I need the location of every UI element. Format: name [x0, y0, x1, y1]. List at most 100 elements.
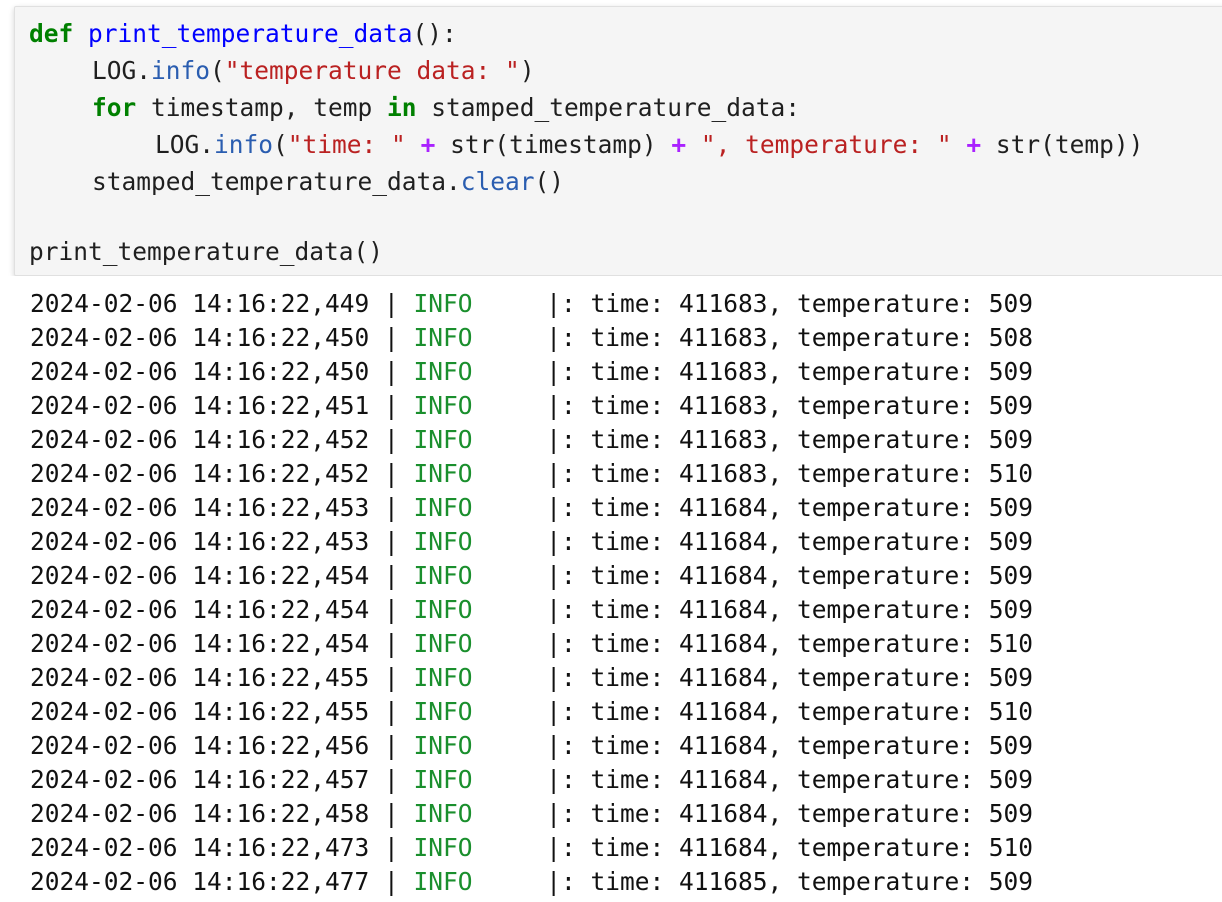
log-message: |: time: 411685, temperature: 509: [546, 867, 1034, 896]
log-message: |: time: 411683, temperature: 509: [546, 391, 1034, 420]
log-line: 2024-02-06 14:16:22,453 | INFO |: time: …: [30, 491, 1033, 525]
keyword: for: [92, 93, 137, 122]
log-message: |: time: 411684, temperature: 509: [546, 561, 1034, 590]
log-message: |: time: 411683, temperature: 509: [546, 357, 1034, 386]
log-level: INFO: [413, 799, 547, 828]
log-line: 2024-02-06 14:16:22,452 | INFO |: time: …: [30, 423, 1033, 457]
log-timestamp: 2024-02-06 14:16:22,455 |: [30, 697, 414, 726]
operator: +: [405, 130, 451, 159]
log-level: INFO: [413, 527, 547, 556]
log-line: 2024-02-06 14:16:22,450 | INFO |: time: …: [30, 321, 1033, 355]
log-level: INFO: [413, 323, 547, 352]
method-name: clear: [460, 167, 535, 196]
code-text: timestamp, temp: [136, 93, 388, 122]
log-timestamp: 2024-02-06 14:16:22,457 |: [30, 765, 414, 794]
log-message: |: time: 411683, temperature: 509: [546, 289, 1034, 318]
log-timestamp: 2024-02-06 14:16:22,455 |: [30, 663, 414, 692]
log-level: INFO: [413, 459, 547, 488]
log-message: |: time: 411683, temperature: 508: [546, 323, 1034, 352]
log-line: 2024-02-06 14:16:22,449 | INFO |: time: …: [30, 287, 1033, 321]
code-cell[interactable]: def print_temperature_data(): LOG.info("…: [14, 6, 1222, 276]
log-level: INFO: [413, 765, 547, 794]
log-timestamp: 2024-02-06 14:16:22,452 |: [30, 459, 414, 488]
log-level: INFO: [413, 833, 547, 862]
log-message: |: time: 411684, temperature: 509: [546, 493, 1034, 522]
log-level: INFO: [413, 391, 547, 420]
code-line: LOG.info("time: " + str(timestamp) + ", …: [155, 126, 1143, 163]
log-line: 2024-02-06 14:16:22,455 | INFO |: time: …: [30, 695, 1033, 729]
operator: +: [951, 130, 996, 159]
log-timestamp: 2024-02-06 14:16:22,450 |: [30, 323, 414, 352]
log-message: |: time: 411684, temperature: 509: [546, 595, 1034, 624]
log-timestamp: 2024-02-06 14:16:22,477 |: [30, 867, 414, 896]
log-level: INFO: [413, 697, 547, 726]
code-line: print_temperature_data(): [29, 233, 383, 270]
log-level: INFO: [413, 289, 547, 318]
operator: +: [656, 130, 701, 159]
log-level: INFO: [413, 595, 547, 624]
code-text: ): [519, 56, 535, 85]
log-message: |: time: 411684, temperature: 509: [546, 765, 1034, 794]
string-literal: "time: ": [287, 130, 406, 159]
log-timestamp: 2024-02-06 14:16:22,454 |: [30, 561, 414, 590]
log-timestamp: 2024-02-06 14:16:22,454 |: [30, 595, 414, 624]
log-timestamp: 2024-02-06 14:16:22,458 |: [30, 799, 414, 828]
log-level: INFO: [413, 493, 547, 522]
code-text: (: [273, 130, 288, 159]
log-line: 2024-02-06 14:16:22,473 | INFO |: time: …: [30, 831, 1033, 865]
code-line: LOG.info("temperature data: "): [92, 52, 535, 89]
log-line: 2024-02-06 14:16:22,477 | INFO |: time: …: [30, 865, 1033, 899]
log-level: INFO: [413, 663, 547, 692]
log-message: |: time: 411683, temperature: 509: [546, 425, 1034, 454]
code-line: def print_temperature_data():: [29, 15, 457, 52]
code-text: str(temp)): [995, 130, 1144, 159]
log-timestamp: 2024-02-06 14:16:22,452 |: [30, 425, 414, 454]
log-timestamp: 2024-02-06 14:16:22,473 |: [30, 833, 414, 862]
log-message: |: time: 411684, temperature: 509: [546, 731, 1034, 760]
function-name: print_temperature_data: [88, 19, 413, 48]
log-timestamp: 2024-02-06 14:16:22,456 |: [30, 731, 414, 760]
code-text: stamped_temperature_data.: [92, 167, 461, 196]
method-name: info: [214, 130, 274, 159]
code-line: for timestamp, temp in stamped_temperatu…: [92, 89, 800, 126]
log-message: |: time: 411684, temperature: 509: [546, 663, 1034, 692]
log-line: 2024-02-06 14:16:22,454 | INFO |: time: …: [30, 627, 1033, 661]
method-name: info: [151, 56, 211, 85]
code-text: str(timestamp): [450, 130, 657, 159]
log-line: 2024-02-06 14:16:22,457 | INFO |: time: …: [30, 763, 1033, 797]
code-text: (): [534, 167, 565, 196]
log-line: 2024-02-06 14:16:22,455 | INFO |: time: …: [30, 661, 1033, 695]
log-message: |: time: 411683, temperature: 510: [546, 459, 1034, 488]
log-line: 2024-02-06 14:16:22,450 | INFO |: time: …: [30, 355, 1033, 389]
log-level: INFO: [413, 357, 547, 386]
log-message: |: time: 411684, temperature: 510: [546, 833, 1034, 862]
log-line: 2024-02-06 14:16:22,458 | INFO |: time: …: [30, 797, 1033, 831]
code-text: LOG.: [92, 56, 152, 85]
log-level: INFO: [413, 867, 547, 896]
log-line: 2024-02-06 14:16:22,456 | INFO |: time: …: [30, 729, 1033, 763]
log-line: 2024-02-06 14:16:22,454 | INFO |: time: …: [30, 593, 1033, 627]
log-message: |: time: 411684, temperature: 509: [546, 799, 1034, 828]
code-text: stamped_temperature_data:: [416, 93, 801, 122]
code-text: (: [210, 56, 225, 85]
keyword: def: [29, 19, 74, 48]
code-text: LOG.: [155, 130, 215, 159]
log-timestamp: 2024-02-06 14:16:22,454 |: [30, 629, 414, 658]
log-level: INFO: [413, 425, 547, 454]
log-timestamp: 2024-02-06 14:16:22,449 |: [30, 289, 414, 318]
log-message: |: time: 411684, temperature: 509: [546, 527, 1034, 556]
log-message: |: time: 411684, temperature: 510: [546, 629, 1034, 658]
log-level: INFO: [413, 629, 547, 658]
code-text: ():: [412, 19, 457, 48]
log-timestamp: 2024-02-06 14:16:22,450 |: [30, 357, 414, 386]
log-line: 2024-02-06 14:16:22,451 | INFO |: time: …: [30, 389, 1033, 423]
log-line: 2024-02-06 14:16:22,454 | INFO |: time: …: [30, 559, 1033, 593]
log-line: 2024-02-06 14:16:22,452 | INFO |: time: …: [30, 457, 1033, 491]
log-timestamp: 2024-02-06 14:16:22,453 |: [30, 493, 414, 522]
string-literal: ", temperature: ": [700, 130, 952, 159]
log-timestamp: 2024-02-06 14:16:22,453 |: [30, 527, 414, 556]
cell-output: 2024-02-06 14:16:22,449 | INFO |: time: …: [0, 276, 1222, 902]
string-literal: "temperature data: ": [224, 56, 520, 85]
log-level: INFO: [413, 731, 547, 760]
log-timestamp: 2024-02-06 14:16:22,451 |: [30, 391, 414, 420]
